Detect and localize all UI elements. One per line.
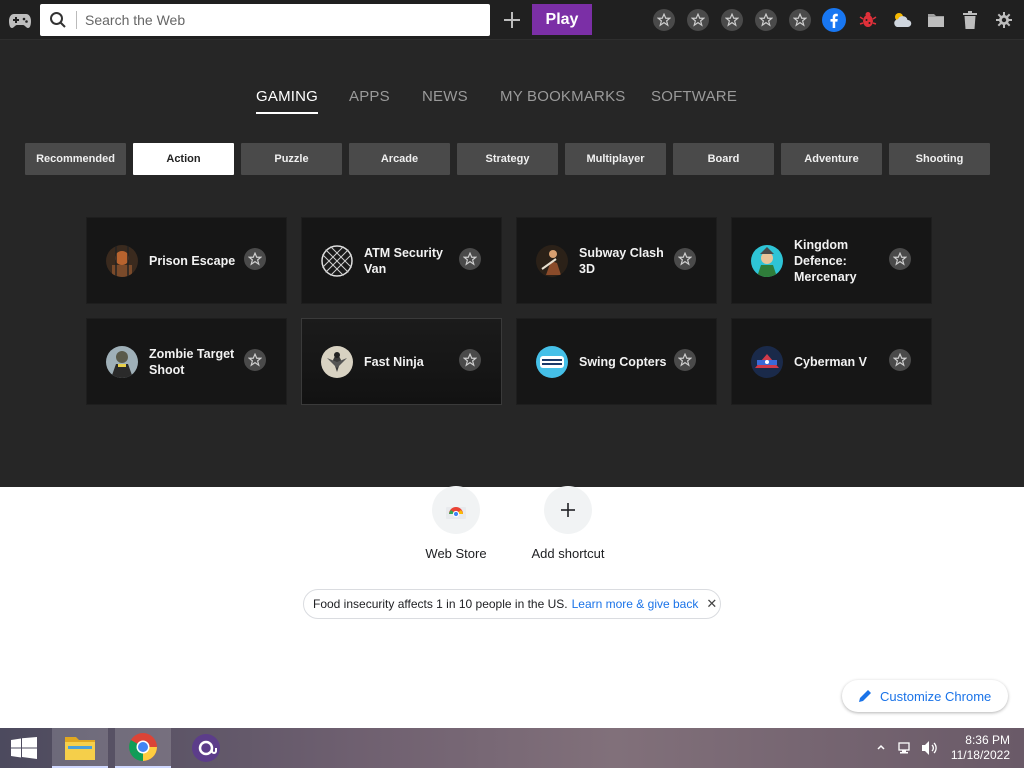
search-icon[interactable] bbox=[40, 11, 76, 29]
bug-icon[interactable] bbox=[856, 8, 880, 32]
windows-taskbar: 8:36 PM 11/18/2022 bbox=[0, 728, 1024, 768]
shortcut-label: Add shortcut bbox=[531, 546, 605, 561]
star-icon[interactable] bbox=[754, 8, 778, 32]
search-bar bbox=[40, 4, 490, 36]
file-explorer-icon[interactable] bbox=[52, 728, 108, 768]
top-toolbar: Play bbox=[0, 0, 1024, 40]
game-title: Zombie Target Shoot bbox=[149, 346, 235, 377]
game-thumbnail bbox=[536, 346, 568, 378]
favorite-star-icon[interactable] bbox=[674, 349, 696, 371]
star-icon[interactable] bbox=[652, 8, 676, 32]
game-thumbnail bbox=[321, 346, 353, 378]
star-icon[interactable] bbox=[788, 8, 812, 32]
network-icon[interactable] bbox=[897, 740, 913, 759]
star-icon[interactable] bbox=[720, 8, 744, 32]
search-divider bbox=[76, 11, 77, 29]
game-thumbnail bbox=[751, 245, 783, 277]
pencil-icon bbox=[859, 690, 871, 702]
game-thumbnail bbox=[536, 245, 568, 277]
gear-icon[interactable] bbox=[992, 8, 1016, 32]
game-title: Prison Escape bbox=[149, 253, 236, 268]
game-thumbnail bbox=[106, 245, 138, 277]
category-recommended[interactable]: Recommended bbox=[25, 143, 126, 175]
gamepad-icon[interactable] bbox=[8, 10, 32, 30]
game-thumbnail bbox=[321, 245, 353, 277]
promo-banner: Food insecurity affects 1 in 10 people i… bbox=[303, 589, 721, 619]
tab-my-bookmarks[interactable]: MY BOOKMARKS bbox=[500, 88, 625, 105]
web-store-icon bbox=[432, 486, 480, 534]
game-card[interactable]: Subway Clash 3D bbox=[516, 217, 717, 304]
tab-gaming[interactable]: GAMING bbox=[256, 88, 319, 114]
search-app-icon[interactable] bbox=[178, 728, 234, 768]
game-card[interactable]: Cyberman V bbox=[731, 318, 932, 405]
game-card[interactable]: ATM Security Van bbox=[301, 217, 502, 304]
tab-apps[interactable]: APPS bbox=[349, 88, 390, 105]
category-multiplayer[interactable]: Multiplayer bbox=[565, 143, 666, 175]
favorite-star-icon[interactable] bbox=[889, 349, 911, 371]
category-puzzle[interactable]: Puzzle bbox=[241, 143, 342, 175]
system-clock[interactable]: 8:36 PM 11/18/2022 bbox=[951, 733, 1010, 763]
new-tab-panel: GAMING APPS NEWS MY BOOKMARKS SOFTWARE R… bbox=[0, 40, 1024, 487]
game-title: Cyberman V bbox=[794, 354, 867, 369]
game-card[interactable]: Prison Escape bbox=[86, 217, 287, 304]
customize-chrome-button[interactable]: Customize Chrome bbox=[842, 680, 1008, 712]
shortcut-add[interactable]: Add shortcut bbox=[518, 486, 618, 561]
promo-text: Food insecurity affects 1 in 10 people i… bbox=[313, 597, 568, 611]
game-thumbnail bbox=[751, 346, 783, 378]
search-input[interactable] bbox=[85, 12, 475, 28]
game-card[interactable]: Swing Copters bbox=[516, 318, 717, 405]
category-shooting[interactable]: Shooting bbox=[889, 143, 990, 175]
shortcut-label: Web Store bbox=[425, 546, 487, 561]
star-icon[interactable] bbox=[686, 8, 710, 32]
game-card[interactable]: Kingdom Defence: Mercenary bbox=[731, 217, 932, 304]
category-board[interactable]: Board bbox=[673, 143, 774, 175]
trash-icon[interactable] bbox=[958, 8, 982, 32]
customize-label: Customize Chrome bbox=[880, 688, 992, 704]
game-title: Fast Ninja bbox=[364, 354, 424, 369]
close-icon[interactable]: ✕ bbox=[706, 596, 717, 612]
favorite-star-icon[interactable] bbox=[674, 248, 696, 270]
chevron-up-icon[interactable] bbox=[876, 741, 886, 755]
category-action[interactable]: Action bbox=[133, 143, 234, 175]
chrome-icon[interactable] bbox=[115, 728, 171, 768]
tab-news[interactable]: NEWS bbox=[422, 88, 468, 105]
promo-link[interactable]: Learn more & give back bbox=[572, 597, 699, 611]
folder-icon[interactable] bbox=[924, 8, 948, 32]
game-title: Kingdom Defence: Mercenary bbox=[794, 237, 857, 284]
clock-time: 8:36 PM bbox=[965, 733, 1010, 747]
game-card[interactable]: Zombie Target Shoot bbox=[86, 318, 287, 405]
play-button[interactable]: Play bbox=[532, 4, 592, 35]
favorite-star-icon[interactable] bbox=[244, 248, 266, 270]
game-card[interactable]: Fast Ninja bbox=[301, 318, 502, 405]
category-adventure[interactable]: Adventure bbox=[781, 143, 882, 175]
favorite-star-icon[interactable] bbox=[244, 349, 266, 371]
game-title: ATM Security Van bbox=[364, 245, 443, 276]
favorite-star-icon[interactable] bbox=[889, 248, 911, 270]
volume-icon[interactable] bbox=[921, 740, 939, 759]
category-arcade[interactable]: Arcade bbox=[349, 143, 450, 175]
section-tabs: GAMING APPS NEWS MY BOOKMARKS SOFTWARE bbox=[0, 88, 1024, 118]
weather-icon[interactable] bbox=[890, 8, 914, 32]
category-strategy[interactable]: Strategy bbox=[457, 143, 558, 175]
plus-icon[interactable] bbox=[500, 8, 524, 32]
clock-date: 11/18/2022 bbox=[950, 748, 1010, 762]
favorite-star-icon[interactable] bbox=[459, 349, 481, 371]
plus-icon bbox=[544, 486, 592, 534]
tab-software[interactable]: SOFTWARE bbox=[651, 88, 737, 105]
favorite-star-icon[interactable] bbox=[459, 248, 481, 270]
windows-start-icon[interactable] bbox=[0, 728, 48, 768]
game-title: Swing Copters bbox=[579, 354, 667, 369]
game-title: Subway Clash 3D bbox=[579, 245, 664, 276]
facebook-icon[interactable] bbox=[822, 8, 846, 32]
shortcut-web-store[interactable]: Web Store bbox=[406, 486, 506, 561]
game-thumbnail bbox=[106, 346, 138, 378]
